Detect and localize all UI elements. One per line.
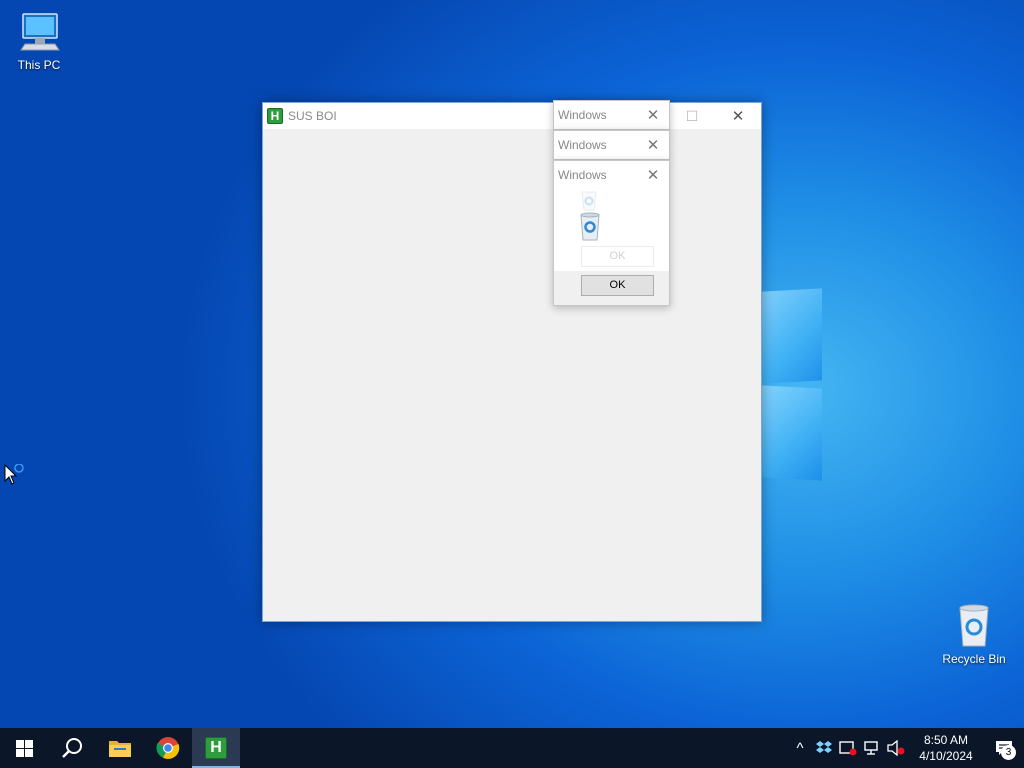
close-button[interactable]: ✕ (715, 103, 761, 129)
message-box-title-bar[interactable]: Windows ✕ (554, 131, 669, 159)
desktop-icon-label: Recycle Bin (942, 652, 1006, 666)
message-box-close-button[interactable]: ✕ (643, 136, 663, 154)
dropbox-icon[interactable] (812, 728, 836, 768)
dropbox-glyph-icon (816, 741, 832, 753)
faded-ok-button: OK (581, 246, 654, 267)
message-box-close-button[interactable]: ✕ (643, 106, 663, 124)
clock[interactable]: 8:50 AM 4/10/2024 (908, 732, 984, 764)
message-box-2[interactable]: Windows ✕ (553, 130, 670, 160)
notification-count-badge: 3 (1001, 745, 1016, 760)
computer-icon (20, 13, 60, 51)
message-box-1[interactable]: Windows ✕ (553, 100, 670, 130)
ok-button[interactable]: OK (581, 275, 654, 296)
window-client-area (263, 129, 761, 621)
start-button[interactable] (0, 728, 48, 768)
action-center-button[interactable]: 3 (984, 728, 1024, 768)
taskbar: H ^ 8:50 AM 4/10/2024 3 (0, 728, 1024, 768)
message-box-title: Windows (558, 168, 607, 182)
folder-icon (109, 741, 131, 757)
recycle-bin-icon (959, 604, 989, 647)
recycle-bin-faded-icon (581, 191, 597, 211)
mouse-cursor-busy-icon (4, 464, 24, 485)
system-tray: ^ 8:50 AM 4/10/2024 3 (788, 728, 1024, 768)
sus-boi-taskbar-button[interactable]: H (192, 728, 240, 768)
security-alert-icon[interactable] (836, 728, 860, 768)
search-button[interactable] (48, 728, 96, 768)
volume-muted-icon[interactable] (884, 728, 908, 768)
message-box-title: Windows (558, 108, 607, 122)
shield-alert-glyph-icon (839, 741, 857, 756)
clock-time: 8:50 AM (923, 733, 969, 747)
desktop-icon-label: This PC (17, 58, 61, 72)
h-app-icon: H (205, 737, 227, 759)
message-box-title: Windows (558, 138, 607, 152)
message-box-close-button[interactable]: ✕ (643, 166, 663, 184)
message-box-body: OK OK (554, 189, 669, 305)
maximize-button[interactable]: ☐ (669, 103, 715, 129)
window-title: SUS BOI (288, 109, 337, 123)
speaker-muted-glyph-icon (887, 740, 905, 756)
chrome-icon (156, 737, 180, 759)
clock-date: 4/10/2024 (919, 749, 973, 763)
desktop-icon-recycle-bin[interactable]: Recycle Bin (936, 602, 1012, 666)
wallpaper-windows-logo (762, 288, 822, 481)
show-hidden-icons-button[interactable]: ^ (788, 728, 812, 768)
file-explorer-button[interactable] (96, 728, 144, 768)
network-glyph-icon (864, 741, 878, 755)
sus-boi-window[interactable]: H SUS BOI ☐ ✕ (262, 102, 762, 622)
search-icon (62, 738, 82, 758)
chrome-button[interactable] (144, 728, 192, 768)
h-app-icon: H (267, 108, 283, 124)
message-box-title-bar[interactable]: Windows ✕ (554, 101, 669, 129)
desktop-icon-this-pc[interactable]: This PC (1, 10, 77, 72)
message-box-title-bar[interactable]: Windows ✕ (554, 161, 669, 189)
network-icon[interactable] (860, 728, 884, 768)
window-title-bar[interactable]: H SUS BOI ☐ ✕ (263, 103, 761, 129)
recycle-bin-icon (580, 212, 600, 241)
message-box-3[interactable]: Windows ✕ OK OK (553, 160, 670, 306)
windows-start-icon (15, 739, 33, 757)
